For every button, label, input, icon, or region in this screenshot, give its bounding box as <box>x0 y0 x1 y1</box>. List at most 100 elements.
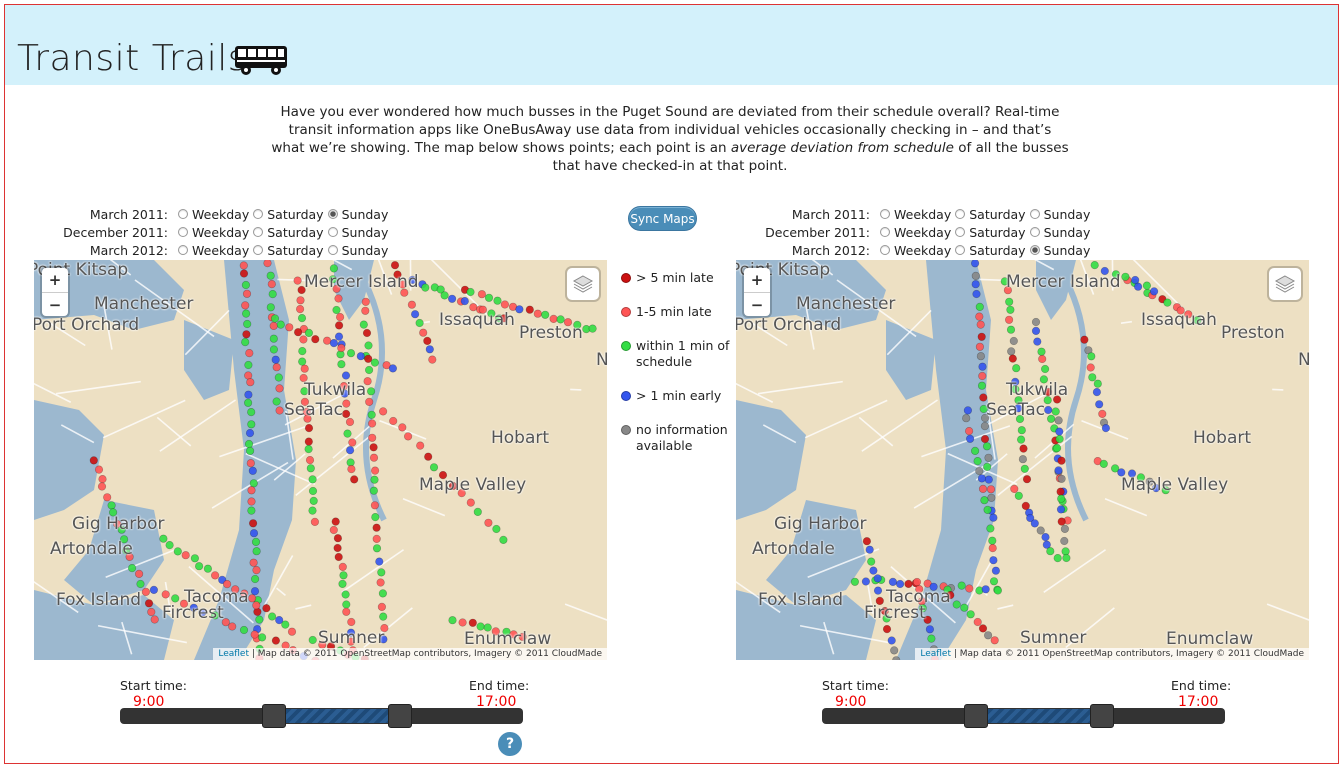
zoom-out-button[interactable]: − <box>42 292 68 316</box>
legend-item: > 5 min late <box>621 270 736 286</box>
leaflet-link[interactable]: Leaflet <box>920 649 951 659</box>
day-option-label: Weekday <box>192 206 250 222</box>
day-option-saturday[interactable]: Saturday <box>955 224 1026 240</box>
right-map[interactable]: Point Kitsap Manchester Port Orchard Mercer… <box>736 260 1309 660</box>
end-handle[interactable] <box>388 704 412 728</box>
left-map[interactable]: Point Kitsap Manchester Port Orchard Mercer… <box>34 260 607 660</box>
intro-text: Have you ever wondered how much busses i… <box>270 103 1070 175</box>
day-option-label: Saturday <box>969 224 1026 240</box>
legend-item: 1-5 min late <box>621 304 736 320</box>
legend-label: 1-5 min late <box>636 304 712 319</box>
day-option-label: Sunday <box>341 206 389 222</box>
place-label: Artondale <box>50 539 133 559</box>
place-label: Port Orchard <box>34 315 140 335</box>
start-handle[interactable] <box>262 704 286 728</box>
radio-button[interactable] <box>327 209 338 219</box>
day-option-sunday[interactable]: Sunday <box>1029 225 1090 240</box>
day-option-weekday[interactable]: Weekday <box>880 243 951 258</box>
place-label: Gig Harbor <box>774 514 867 534</box>
radio-button[interactable] <box>880 245 890 255</box>
layers-button[interactable] <box>567 268 599 300</box>
day-option-sunday[interactable]: Sunday <box>1029 242 1091 258</box>
day-option-saturday[interactable]: Saturday <box>253 225 324 240</box>
leaflet-link[interactable]: Leaflet <box>218 649 249 659</box>
period-label: March 2011: <box>791 206 870 222</box>
place-label: Maple Valley <box>1121 475 1229 495</box>
attribution-text: | Map data © 2011 OpenStreetMap contribu… <box>951 649 1304 659</box>
day-option-label: Sunday <box>341 242 389 258</box>
radio-button[interactable] <box>327 227 338 237</box>
day-option-saturday[interactable]: Saturday <box>955 207 1026 222</box>
zoom-in-button[interactable]: + <box>744 268 770 292</box>
time-range-slider[interactable] <box>120 704 523 728</box>
day-option-saturday[interactable]: Saturday <box>955 243 1026 258</box>
day-option-weekday[interactable]: Weekday <box>178 225 249 240</box>
radio-button[interactable] <box>178 227 188 237</box>
place-label: Mercer Island <box>304 272 419 292</box>
left-dataset-selector: March 2011: Weekday Saturday Sunday December… <box>60 205 392 259</box>
day-option-weekday[interactable]: Weekday <box>178 243 249 258</box>
sync-maps-button[interactable]: Sync Maps <box>628 206 697 231</box>
radio-button[interactable] <box>1029 209 1040 219</box>
day-option-sunday[interactable]: Sunday <box>327 242 389 258</box>
zoom-out-button[interactable]: − <box>744 292 770 316</box>
place-label: Manchester <box>94 294 194 314</box>
radio-button[interactable] <box>880 209 890 219</box>
legend-swatch <box>621 425 631 435</box>
place-label: Hobart <box>1193 428 1252 448</box>
period-label: December 2011: <box>63 224 168 240</box>
layers-icon <box>1274 275 1296 293</box>
zoom-control: + − <box>42 268 68 316</box>
day-option-saturday[interactable]: Saturday <box>253 207 324 222</box>
day-option-sunday[interactable]: Sunday <box>327 206 389 222</box>
place-label: Sumner <box>318 628 385 648</box>
radio-button[interactable] <box>955 209 966 219</box>
zoom-in-button[interactable]: + <box>42 268 68 292</box>
radio-button[interactable] <box>253 209 264 219</box>
place-label: Issaquah <box>1141 310 1217 330</box>
selected-range <box>286 709 388 723</box>
radio-button[interactable] <box>178 245 188 255</box>
radio-button[interactable] <box>1029 245 1040 255</box>
legend-item: no information available <box>621 422 736 454</box>
start-handle[interactable] <box>964 704 988 728</box>
day-option-saturday[interactable]: Saturday <box>253 243 324 258</box>
bus-icon <box>235 46 287 75</box>
legend-swatch <box>621 273 631 283</box>
day-option-sunday[interactable]: Sunday <box>1029 206 1091 222</box>
layers-button[interactable] <box>1269 268 1301 300</box>
day-option-weekday[interactable]: Weekday <box>178 207 249 222</box>
day-option-label: Sunday <box>1043 206 1091 222</box>
radio-button[interactable] <box>253 245 264 255</box>
place-label: Fox Island <box>758 590 844 610</box>
radio-button[interactable] <box>880 227 890 237</box>
right-dataset-selector: March 2011: Weekday Saturday Sunday December… <box>762 205 1094 259</box>
time-range-slider[interactable] <box>822 704 1225 728</box>
end-time-label: End time: <box>469 678 530 693</box>
radio-button[interactable] <box>178 209 188 219</box>
radio-button[interactable] <box>253 227 264 237</box>
place-label: SeaTac <box>284 400 344 420</box>
period-label: March 2012: <box>89 242 168 258</box>
header-banner: Transit Trails <box>5 5 1338 85</box>
radio-button[interactable] <box>955 227 966 237</box>
radio-button[interactable] <box>327 245 338 255</box>
day-option-label: Sunday <box>1043 242 1091 258</box>
place-label: Hobart <box>491 428 550 448</box>
legend: > 5 min late 1-5 min late within 1 min of … <box>621 270 736 472</box>
day-option-weekday[interactable]: Weekday <box>880 207 951 222</box>
place-label: Gig Harbor <box>72 514 165 534</box>
radio-button[interactable] <box>955 245 966 255</box>
help-button[interactable]: ? <box>498 732 522 756</box>
day-option-weekday[interactable]: Weekday <box>880 225 951 240</box>
place-label: Issaquah <box>439 310 515 330</box>
radio-button[interactable] <box>1029 227 1040 237</box>
end-handle[interactable] <box>1090 704 1114 728</box>
map-attribution: Leaflet | Map data © 2011 OpenStreetMap … <box>915 648 1309 660</box>
place-label: Maple Valley <box>419 475 527 495</box>
place-label: Tukwila <box>304 380 367 400</box>
place-label: Artondale <box>752 539 835 559</box>
place-label: Tukwila <box>1006 380 1069 400</box>
place-label: Fircrest <box>864 603 926 623</box>
day-option-sunday[interactable]: Sunday <box>327 225 388 240</box>
